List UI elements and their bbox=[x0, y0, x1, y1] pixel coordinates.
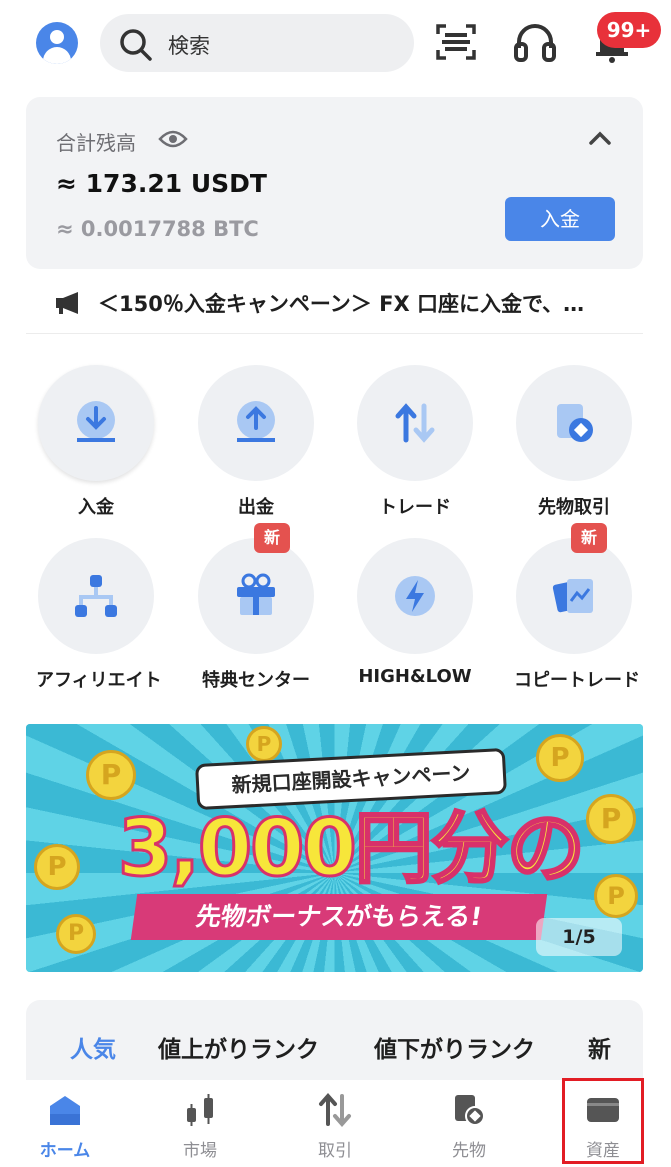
quick-action-withdraw[interactable]: 出金 bbox=[196, 365, 316, 519]
nav-market[interactable]: 市場 bbox=[145, 1080, 255, 1167]
promo-banner[interactable]: P P P P P P P 新規口座開設キャンペーン 3,000円分の 先物ボー… bbox=[26, 724, 643, 972]
home-icon bbox=[50, 1096, 80, 1125]
nav-trade[interactable]: 取引 bbox=[280, 1080, 390, 1167]
coin-icon: P bbox=[56, 914, 96, 954]
megaphone-icon bbox=[56, 292, 78, 314]
trade-icon bbox=[357, 365, 473, 481]
coin-icon: P bbox=[536, 734, 584, 782]
assets-highlight-box bbox=[562, 1078, 644, 1164]
deposit-icon bbox=[38, 365, 154, 481]
nav-label: ホーム bbox=[39, 1141, 91, 1161]
futures-nav-icon bbox=[455, 1095, 485, 1126]
quick-action-high-low[interactable]: HIGH&LOW bbox=[355, 538, 475, 687]
futures-icon bbox=[516, 365, 632, 481]
balance-usdt: ≈ 173.21 USDT bbox=[56, 169, 267, 198]
new-badge: 新 bbox=[254, 523, 290, 553]
quick-action-affiliate[interactable]: アフィリエイト bbox=[36, 538, 162, 692]
quick-action-label: 先物取引 bbox=[538, 497, 610, 518]
balance-card: 合計残高 ≈ 173.21 USDT ≈ 0.0017788 BTC 入金 bbox=[26, 97, 643, 269]
quick-action-label: 出金 bbox=[238, 497, 274, 518]
tab-new[interactable]: 新 bbox=[588, 1030, 611, 1064]
search-placeholder: 検索 bbox=[168, 34, 210, 58]
quick-action-rewards[interactable]: 特典センター bbox=[196, 538, 316, 692]
announcement-bar[interactable]: ＜150％入金キャンペーン＞ FX 口座に入金で、… bbox=[26, 276, 643, 334]
coin-icon: P bbox=[586, 794, 636, 844]
nav-futures[interactable]: 先物 bbox=[414, 1080, 524, 1167]
copy-trade-icon bbox=[516, 538, 632, 654]
deposit-button[interactable]: 入金 bbox=[505, 197, 615, 241]
coin-icon: P bbox=[86, 750, 136, 800]
banner-page-indicator: 1/5 bbox=[536, 918, 622, 956]
avatar-icon[interactable] bbox=[36, 22, 78, 64]
announcement-text: ＜150％入金キャンペーン＞ FX 口座に入金で、… bbox=[98, 292, 585, 316]
quick-action-futures[interactable]: 先物取引 bbox=[514, 365, 634, 519]
trade-arrows-icon bbox=[319, 1092, 351, 1128]
top-bar: 検索 99+ bbox=[0, 0, 671, 88]
bonus-amount: 3,000円分の bbox=[117, 803, 587, 896]
headset-icon[interactable] bbox=[512, 20, 558, 66]
ranking-card: 人気 値上がりランク 値下がりランク 新 bbox=[26, 1000, 643, 1080]
withdraw-icon bbox=[198, 365, 314, 481]
scan-icon[interactable] bbox=[434, 20, 478, 64]
balance-btc: ≈ 0.0017788 BTC bbox=[56, 217, 259, 241]
nav-label: 取引 bbox=[318, 1141, 352, 1161]
quick-action-label: 入金 bbox=[78, 497, 114, 518]
search-icon bbox=[120, 29, 152, 61]
quick-action-label: 特典センター bbox=[202, 670, 310, 691]
nav-label: 市場 bbox=[183, 1141, 217, 1161]
notification-badge: 99+ bbox=[597, 12, 661, 48]
chevron-up-icon[interactable] bbox=[588, 129, 612, 147]
quick-action-trade[interactable]: トレード bbox=[355, 365, 475, 519]
tab-losers[interactable]: 値下がりランク bbox=[374, 1030, 535, 1064]
gift-icon bbox=[198, 538, 314, 654]
quick-action-label: アフィリエイト bbox=[36, 670, 162, 691]
quick-action-deposit[interactable]: 入金 bbox=[36, 365, 156, 519]
quick-action-label: トレード bbox=[379, 497, 451, 518]
coin-icon: P bbox=[34, 844, 80, 890]
balance-title: 合計残高 bbox=[56, 131, 136, 155]
coin-icon: P bbox=[594, 874, 638, 918]
nav-home[interactable]: ホーム bbox=[10, 1080, 120, 1167]
affiliate-icon bbox=[38, 538, 154, 654]
quick-action-label: コピートレード bbox=[514, 670, 640, 691]
quick-action-copy-trade[interactable]: コピートレード bbox=[514, 538, 640, 692]
search-bar[interactable]: 検索 bbox=[100, 14, 414, 72]
eye-icon[interactable] bbox=[158, 127, 188, 151]
tab-popular[interactable]: 人気 bbox=[70, 1030, 116, 1064]
coin-icon: P bbox=[246, 726, 282, 762]
new-badge: 新 bbox=[571, 523, 607, 553]
candlestick-icon bbox=[187, 1094, 213, 1126]
quick-action-label: HIGH&LOW bbox=[358, 666, 472, 687]
bonus-text: 先物ボーナスがもらえる! bbox=[130, 894, 548, 940]
lightning-icon bbox=[357, 538, 473, 654]
nav-label: 先物 bbox=[452, 1141, 486, 1161]
tab-gainers[interactable]: 値上がりランク bbox=[158, 1030, 319, 1064]
